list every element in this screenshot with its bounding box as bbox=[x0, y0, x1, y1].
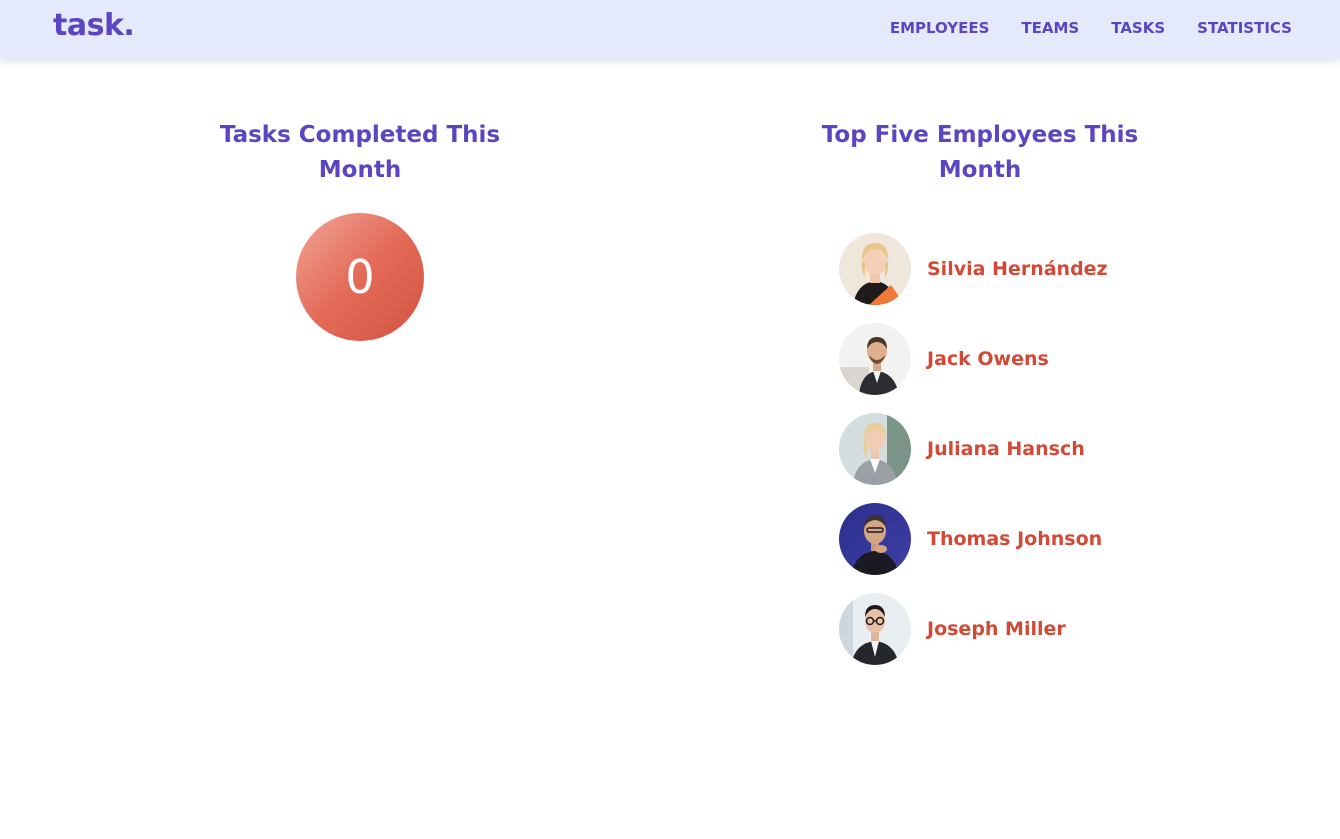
nav-link-statistics[interactable]: STATISTICS bbox=[1197, 19, 1292, 37]
employee-name: Joseph Miller bbox=[927, 618, 1066, 640]
top-navbar: task. EMPLOYEES TEAMS TASKS STATISTICS bbox=[0, 0, 1340, 58]
employee-item[interactable]: Jack Owens bbox=[839, 323, 1179, 395]
employee-name: Jack Owens bbox=[927, 348, 1049, 370]
tasks-completed-title: Tasks Completed This Month bbox=[219, 122, 501, 183]
avatar bbox=[839, 233, 911, 305]
nav-link-tasks[interactable]: TASKS bbox=[1111, 19, 1165, 37]
logo-link[interactable]: task. bbox=[53, 8, 135, 43]
employee-name: Thomas Johnson bbox=[927, 528, 1103, 550]
nav-link-teams[interactable]: TEAMS bbox=[1021, 19, 1079, 37]
employee-item[interactable]: Juliana Hansch bbox=[839, 413, 1179, 485]
nav-links: EMPLOYEES TEAMS TASKS STATISTICS bbox=[890, 19, 1292, 37]
employee-name: Juliana Hansch bbox=[927, 438, 1085, 460]
tasks-completed-count: 0 bbox=[296, 213, 424, 341]
employee-item[interactable]: Silvia Hernández bbox=[839, 233, 1179, 305]
avatar bbox=[839, 593, 911, 665]
nav-link-employees[interactable]: EMPLOYEES bbox=[890, 19, 990, 37]
top-employees-title: Top Five Employees This Month bbox=[821, 122, 1139, 183]
employee-item[interactable]: Joseph Miller bbox=[839, 593, 1179, 665]
top-employees-list: Silvia Hernández Jack Owens Juliana Hans… bbox=[839, 233, 1179, 683]
employee-item[interactable]: Thomas Johnson bbox=[839, 503, 1179, 575]
avatar bbox=[839, 413, 911, 485]
avatar bbox=[839, 323, 911, 395]
employee-name: Silvia Hernández bbox=[927, 258, 1108, 280]
avatar bbox=[839, 503, 911, 575]
